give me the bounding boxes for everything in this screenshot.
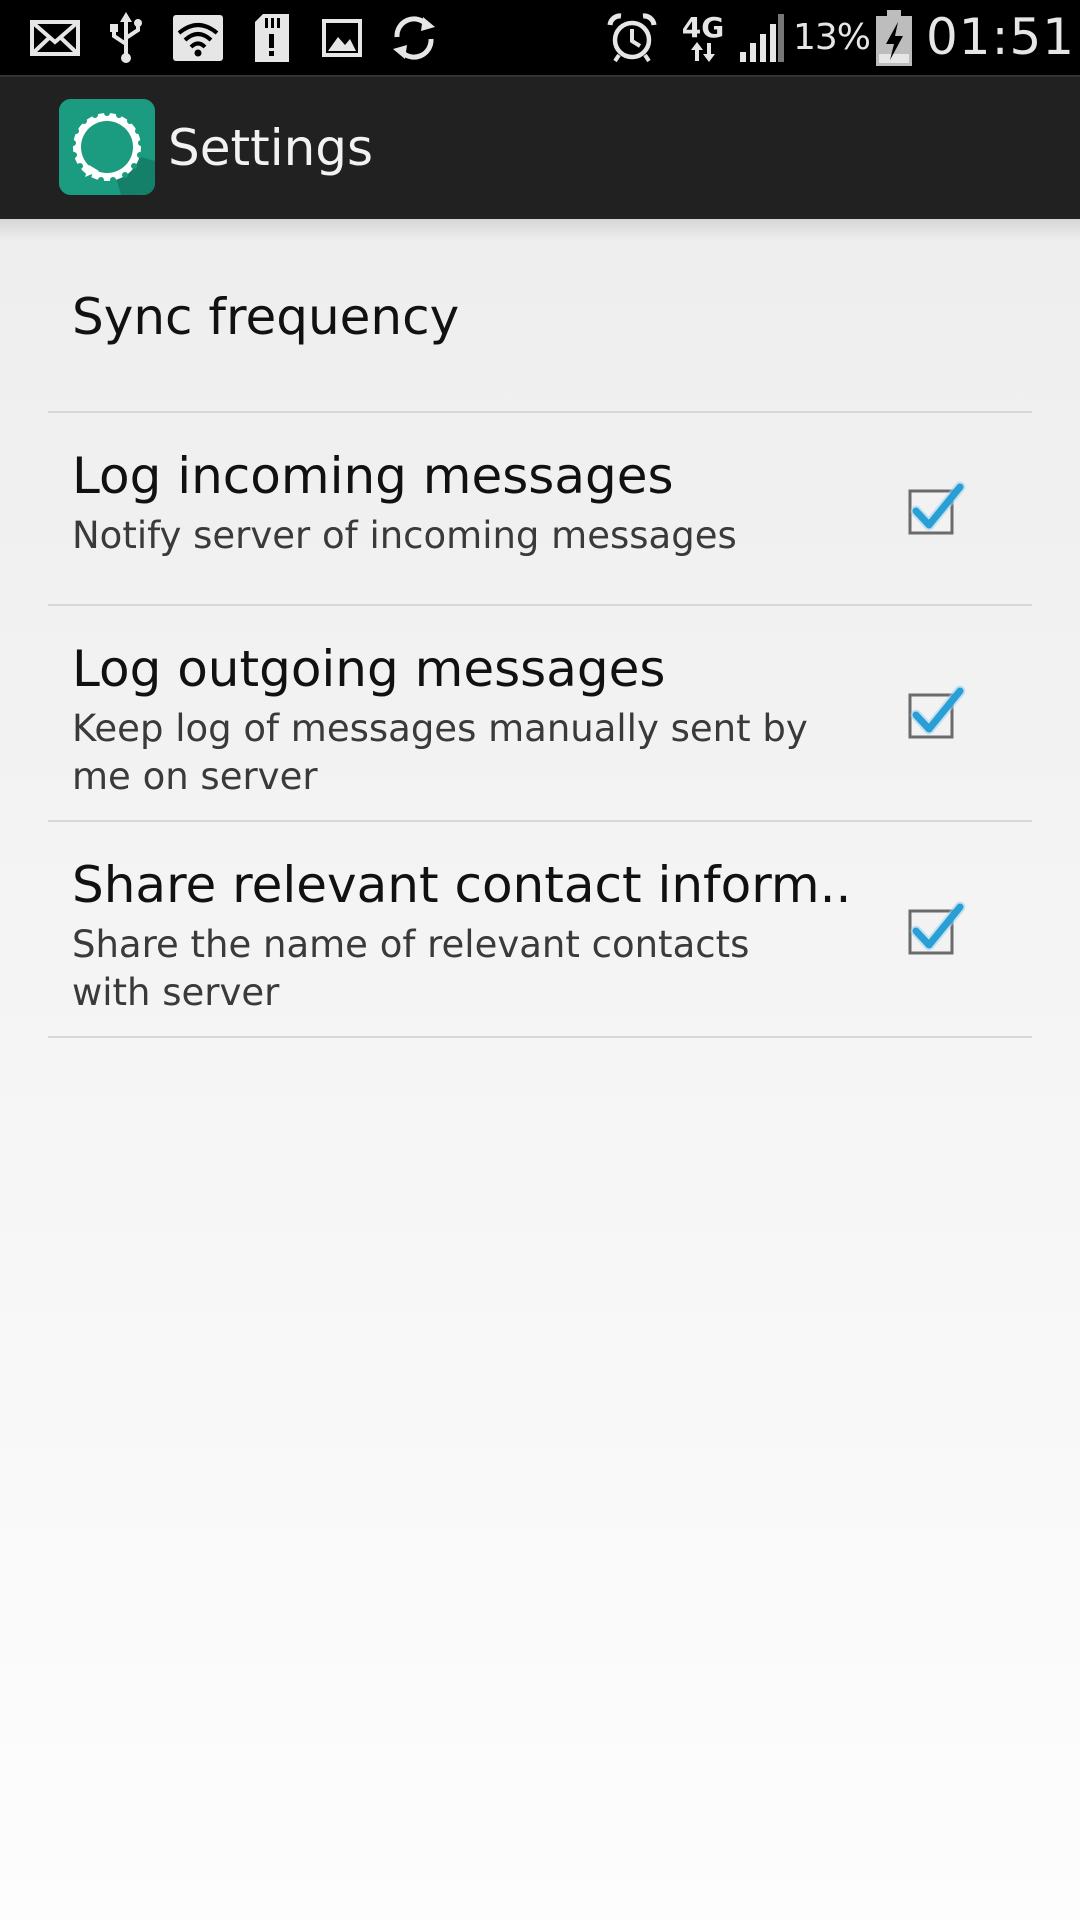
alarm-icon bbox=[606, 0, 658, 75]
pref-log-outgoing[interactable]: Log outgoing messages Keep log of messag… bbox=[48, 606, 1032, 822]
clock: 01:51 bbox=[926, 8, 1076, 66]
image-icon bbox=[320, 0, 364, 75]
app-settings-icon[interactable] bbox=[59, 99, 155, 195]
pref-summary: Share the name of relevant contacts with… bbox=[72, 923, 750, 1014]
pref-title: Sync frequency bbox=[72, 288, 460, 346]
sd-card-icon bbox=[250, 0, 294, 75]
pref-summary: Notify server of incoming messages bbox=[72, 514, 737, 557]
preference-list: Sync frequency Log incoming messages Not… bbox=[48, 219, 1032, 1038]
network-4g-icon: 4G bbox=[680, 0, 726, 75]
pref-title: Log incoming messages bbox=[72, 447, 674, 505]
pref-title: Log outgoing messages bbox=[72, 640, 666, 698]
action-bar: Settings bbox=[0, 75, 1080, 219]
usb-icon bbox=[104, 0, 148, 75]
sync-icon bbox=[388, 0, 440, 75]
signal-icon bbox=[736, 0, 786, 75]
battery-percent: 13% bbox=[793, 17, 871, 58]
network-type-label: 4G bbox=[681, 10, 725, 44]
status-bar: 4G 13% 01:51 bbox=[0, 0, 1080, 75]
pref-summary: Keep log of messages manually sent by me… bbox=[72, 707, 808, 798]
pref-sync-frequency[interactable]: Sync frequency bbox=[48, 219, 1032, 413]
pref-log-incoming[interactable]: Log incoming messages Notify server of i… bbox=[48, 413, 1032, 606]
wifi-icon bbox=[172, 0, 224, 75]
log-outgoing-checkbox[interactable] bbox=[904, 683, 966, 743]
mail-icon bbox=[28, 0, 82, 75]
battery-charging-icon bbox=[874, 0, 914, 75]
log-incoming-checkbox[interactable] bbox=[904, 479, 966, 539]
pref-share-contact-info[interactable]: Share relevant contact inform.. Share th… bbox=[48, 822, 1032, 1038]
page-title: Settings bbox=[168, 119, 374, 177]
pref-title: Share relevant contact inform.. bbox=[72, 856, 852, 914]
share-contact-checkbox[interactable] bbox=[904, 899, 966, 959]
